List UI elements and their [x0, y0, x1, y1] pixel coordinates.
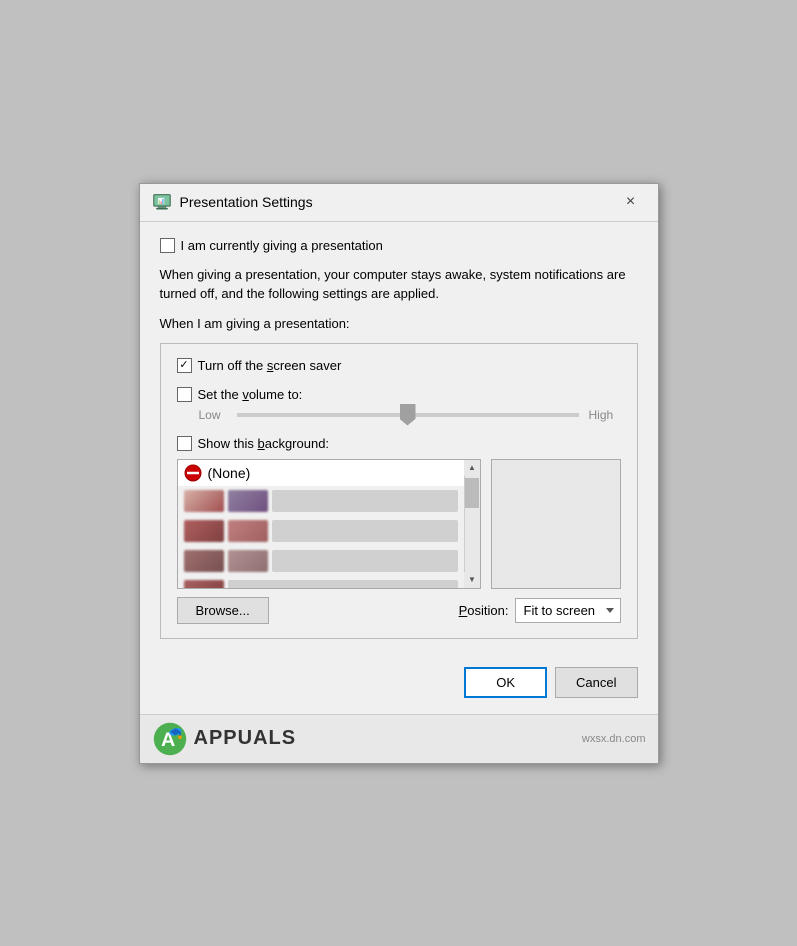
volume-checkbox[interactable] [177, 387, 192, 402]
appuals-logo: A APPUALS [152, 721, 297, 757]
volume-label[interactable]: Set the volume to: [198, 387, 303, 402]
background-row: Show this background: [177, 436, 621, 451]
position-area: Position: Fit to screen Center Tile Stre… [459, 598, 621, 623]
close-button[interactable]: × [616, 190, 646, 214]
none-item-label: (None) [208, 465, 251, 481]
volume-low-label: Low [199, 408, 227, 422]
volume-high-label: High [589, 408, 621, 422]
background-content: (None) [177, 459, 621, 589]
position-select[interactable]: Fit to screen Center Tile Stretch Fill S… [515, 598, 621, 623]
volume-section: Set the volume to: Low High [177, 387, 621, 422]
bg-row-4[interactable] [178, 576, 464, 588]
svg-text:📊: 📊 [157, 197, 164, 205]
cancel-button[interactable]: Cancel [555, 667, 637, 698]
main-checkbox-row: I am currently giving a presentation [160, 238, 638, 253]
bg-row-1[interactable] [178, 486, 464, 516]
currently-presenting-label[interactable]: I am currently giving a presentation [181, 238, 383, 253]
dialog-title: Presentation Settings [180, 194, 616, 210]
background-section: Show this background: [177, 436, 621, 624]
watermark-bar: A APPUALS wxsx.dn.com [140, 714, 658, 763]
browse-button[interactable]: Browse... [177, 597, 269, 624]
no-entry-icon [184, 464, 202, 482]
background-label[interactable]: Show this background: [198, 436, 330, 451]
settings-group: Turn off the screen saver Set the volume… [160, 343, 638, 639]
volume-slider-container: Low High [177, 408, 621, 422]
list-item-none[interactable]: (None) [178, 460, 464, 486]
list-scrollbar[interactable]: ▲ ▼ [464, 460, 480, 588]
currently-presenting-checkbox[interactable] [160, 238, 175, 253]
scroll-up-button[interactable]: ▲ [464, 460, 480, 476]
scroll-down-button[interactable]: ▼ [464, 572, 480, 588]
appuals-text-label: APPUALS [194, 727, 297, 750]
appuals-icon: A [152, 721, 188, 757]
bottom-controls: Browse... Position: Fit to screen Center… [177, 597, 621, 624]
volume-slider[interactable] [237, 413, 579, 417]
position-label: Position: [459, 603, 509, 618]
dialog-buttons: OK Cancel [140, 655, 658, 714]
presentation-settings-dialog: 📊 Presentation Settings × I am currently… [139, 183, 659, 764]
watermark-site: wxsx.dn.com [582, 733, 646, 745]
screen-saver-label[interactable]: Turn off the screen saver [198, 358, 342, 373]
background-list: (None) [178, 460, 464, 588]
bg-row-3[interactable] [178, 546, 464, 576]
screen-saver-checkbox[interactable] [177, 358, 192, 373]
volume-row: Set the volume to: [177, 387, 621, 402]
dialog-content: I am currently giving a presentation Whe… [140, 222, 658, 655]
dialog-icon: 📊 [152, 192, 172, 212]
description-text: When giving a presentation, your compute… [160, 265, 638, 304]
background-preview [491, 459, 621, 589]
screen-saver-row: Turn off the screen saver [177, 358, 621, 373]
when-label: When I am giving a presentation: [160, 316, 638, 331]
background-list-wrapper: (None) [177, 459, 481, 589]
ok-button[interactable]: OK [464, 667, 547, 698]
title-bar: 📊 Presentation Settings × [140, 184, 658, 222]
background-checkbox[interactable] [177, 436, 192, 451]
scroll-thumb[interactable] [465, 478, 479, 508]
bg-row-2[interactable] [178, 516, 464, 546]
